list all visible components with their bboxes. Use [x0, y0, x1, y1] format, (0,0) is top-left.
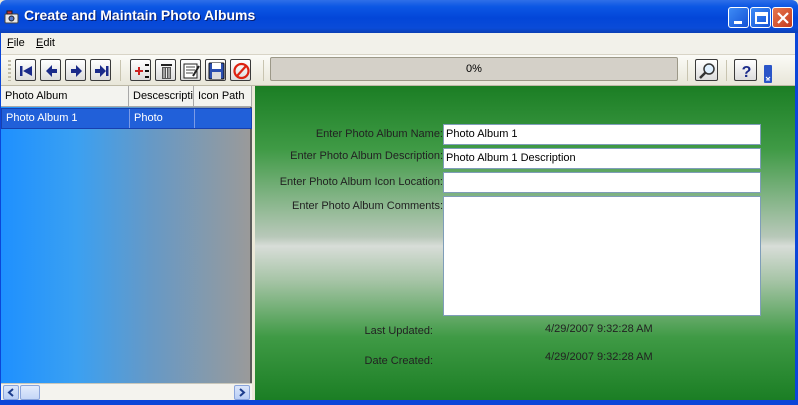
add-record-button[interactable]	[130, 59, 151, 81]
close-button[interactable]	[772, 7, 793, 28]
menu-bar: File Edit	[0, 33, 798, 55]
table-row[interactable]: Photo Album 1 Photo	[1, 108, 252, 129]
last-updated-value: 4/29/2007 9:32:28 AM	[545, 323, 653, 335]
previous-record-button[interactable]	[40, 59, 61, 81]
window-title: Create and Maintain Photo Albums	[24, 7, 256, 23]
add-record-icon	[135, 64, 149, 78]
maximize-button[interactable]	[750, 7, 771, 28]
first-record-icon	[20, 66, 32, 76]
cell-icon-path[interactable]	[195, 109, 252, 128]
progress-bar: 0%	[270, 57, 678, 81]
chevron-right-icon	[239, 388, 246, 397]
horizontal-scrollbar[interactable]	[1, 383, 252, 400]
album-icon-location-input[interactable]	[443, 172, 761, 193]
album-name-input[interactable]: Photo Album 1	[443, 124, 761, 145]
album-comments-label: Enter Photo Album Comments:	[291, 200, 443, 212]
menu-file[interactable]: File	[7, 37, 25, 49]
cell-photo-album[interactable]: Photo Album 1	[2, 109, 130, 128]
chevron-down-icon	[765, 76, 771, 81]
window-frame-left	[0, 33, 1, 405]
column-header-photo-album[interactable]: Photo Album	[1, 86, 129, 107]
column-header-description[interactable]: Descescripti	[129, 86, 194, 107]
menu-edit[interactable]: Edit	[36, 37, 55, 49]
date-created-label: Date Created:	[364, 355, 433, 367]
cell-description[interactable]: Photo	[130, 109, 195, 128]
save-icon	[208, 62, 225, 80]
toolbar-separator	[726, 60, 727, 81]
help-button[interactable]: ?	[734, 59, 757, 81]
cancel-button[interactable]	[230, 59, 251, 81]
album-icon-location-label: Enter Photo Album Icon Location:	[279, 176, 443, 188]
album-details-panel: Enter Photo Album Name: Photo Album 1 En…	[255, 86, 795, 400]
scroll-thumb[interactable]	[20, 385, 40, 400]
minimize-button[interactable]	[728, 7, 749, 28]
scroll-right-button[interactable]	[234, 385, 250, 400]
first-record-button[interactable]	[15, 59, 36, 81]
toolbar-separator	[687, 60, 688, 81]
delete-record-button[interactable]	[155, 59, 176, 81]
window-frame-bottom	[0, 400, 798, 405]
photo-album-icon	[4, 8, 20, 24]
album-name-label: Enter Photo Album Name:	[315, 128, 443, 140]
save-button[interactable]	[205, 59, 226, 81]
title-bar[interactable]: Create and Maintain Photo Albums	[0, 0, 798, 33]
svg-text:?: ?	[742, 64, 752, 81]
albums-grid[interactable]: Photo Album Descescripti Icon Path Photo…	[1, 86, 252, 400]
date-created-value: 4/29/2007 9:32:28 AM	[545, 351, 653, 363]
grid-header: Photo Album Descescripti Icon Path	[1, 86, 252, 107]
toolbar-overflow-chevron[interactable]	[764, 65, 772, 83]
toolbar-separator	[120, 60, 121, 81]
last-updated-label: Last Updated:	[364, 325, 434, 337]
chevron-left-icon	[7, 388, 14, 397]
help-icon: ?	[742, 64, 752, 81]
cancel-icon	[233, 62, 250, 80]
search-icon	[699, 63, 715, 79]
toolbar-separator	[263, 60, 264, 81]
toolbar-grip[interactable]	[8, 60, 11, 81]
next-record-icon	[71, 65, 82, 77]
last-record-icon	[95, 65, 109, 77]
search-button[interactable]	[695, 59, 718, 81]
edit-record-icon	[183, 63, 200, 79]
scroll-left-button[interactable]	[3, 385, 19, 400]
delete-record-icon	[161, 64, 172, 79]
album-description-label: Enter Photo Album Description:	[290, 150, 443, 162]
edit-record-button[interactable]	[180, 59, 201, 81]
column-header-icon-path[interactable]: Icon Path	[194, 86, 252, 107]
last-record-button[interactable]	[90, 59, 111, 81]
progress-text: 0%	[466, 63, 482, 75]
album-comments-textarea[interactable]	[443, 196, 761, 316]
next-record-button[interactable]	[65, 59, 86, 81]
previous-record-icon	[46, 65, 57, 77]
album-description-input[interactable]: Photo Album 1 Description	[443, 148, 761, 169]
